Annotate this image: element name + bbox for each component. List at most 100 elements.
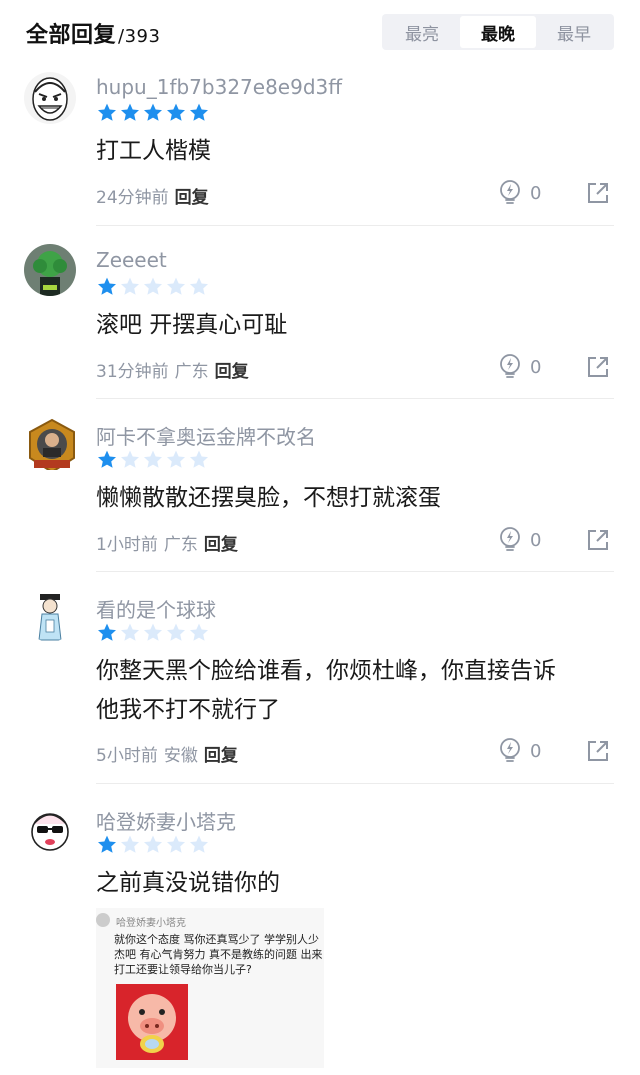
comment-location: 广东 (174, 362, 209, 382)
star-filled-icon (144, 103, 162, 121)
cartoon-figure-avatar-image (24, 590, 76, 642)
star-empty-icon (121, 277, 139, 295)
star-filled-icon (190, 103, 208, 121)
comment-content: 滚吧 开摆真心可耻 (96, 306, 616, 345)
star-rating (96, 622, 210, 644)
like-button[interactable]: 0 (498, 738, 541, 764)
sort-tab-latest[interactable]: 最晚 (460, 16, 536, 48)
reply-button[interactable]: 回复 (204, 535, 238, 555)
star-empty-icon (190, 623, 208, 641)
avatar[interactable] (24, 590, 76, 642)
star-rating (96, 276, 210, 298)
like-count: 0 (530, 740, 542, 762)
green-figure-avatar-image (24, 244, 76, 296)
star-empty-icon (121, 623, 139, 641)
star-rating (96, 834, 210, 856)
star-rating (96, 102, 210, 124)
comment-time: 1小时前 (96, 535, 158, 555)
comment-line: 你整天黑个脸给谁看，你烦杜峰，你直接告诉 (96, 658, 556, 684)
reply-count: /393 (118, 26, 161, 47)
star-empty-icon (121, 835, 139, 853)
embed-username: 哈登娇妻小塔克 (116, 918, 186, 929)
title-text: 全部回复 (26, 23, 117, 48)
like-count: 0 (530, 356, 542, 378)
divider (96, 225, 614, 226)
like-button[interactable]: 0 (498, 354, 541, 380)
sort-tab-hottest[interactable]: 最亮 (384, 16, 460, 48)
share-icon[interactable] (586, 355, 610, 379)
comment-content: 懒懒散散还摆臭脸，不想打就滚蛋 (96, 479, 616, 518)
comment-line: 他我不打不就行了 (96, 697, 280, 723)
like-button[interactable]: 0 (498, 527, 541, 553)
embed-line: 打工还要让领导给你当儿子? (114, 963, 252, 976)
comment-line: 打工人楷模 (96, 138, 211, 164)
comment-meta: 24分钟前 回复 (96, 183, 209, 208)
star-empty-icon (144, 623, 162, 641)
avatar[interactable] (24, 244, 76, 296)
username[interactable]: 阿卡不拿奥运金牌不改名 (96, 421, 316, 450)
username[interactable]: hupu_1fb7b327e8e9d3ff (96, 75, 342, 99)
username[interactable]: 哈登娇妻小塔克 (96, 806, 236, 835)
comment-image-attachment[interactable]: 哈登娇妻小塔克 就你这个态度 骂你还真骂少了 学学别人少 杰吧 有心气肯努力 真… (96, 908, 324, 1068)
comment-content: 打工人楷模 (96, 132, 616, 171)
star-empty-icon (190, 450, 208, 468)
star-filled-icon (98, 277, 116, 295)
divider (96, 398, 614, 399)
sort-tab-earliest[interactable]: 最早 (536, 16, 612, 48)
sunglasses-face-avatar-image (24, 802, 76, 854)
lightbulb-like-icon (500, 180, 520, 204)
star-empty-icon (167, 277, 185, 295)
star-empty-icon (190, 277, 208, 295)
username[interactable]: Zeeeet (96, 248, 167, 272)
comment-time: 5小时前 (96, 746, 158, 766)
lightbulb-like-icon (500, 738, 520, 762)
like-count: 0 (530, 529, 542, 551)
star-empty-icon (144, 450, 162, 468)
avatar[interactable] (24, 802, 76, 854)
lightbulb-like-icon (500, 354, 520, 378)
comment-meta: 5小时前 安徽 回复 (96, 741, 238, 766)
reply-button[interactable]: 回复 (175, 188, 209, 208)
share-icon[interactable] (586, 739, 610, 763)
embed-line: 就你这个态度 骂你还真骂少了 学学别人少 (114, 933, 319, 946)
star-empty-icon (167, 623, 185, 641)
star-empty-icon (190, 835, 208, 853)
username[interactable]: 看的是个球球 (96, 594, 216, 623)
page-title: 全部回复/393 (26, 17, 160, 49)
star-filled-icon (98, 103, 116, 121)
share-icon[interactable] (586, 528, 610, 552)
star-empty-icon (121, 450, 139, 468)
comment-location: 广东 (163, 535, 198, 555)
comment-content: 你整天黑个脸给谁看，你烦杜峰，你直接告诉 他我不打不就行了 (96, 652, 616, 730)
embed-line: 杰吧 有心气肯努力 真不是教练的问题 出来 (114, 948, 323, 961)
comment-time: 31分钟前 (96, 362, 169, 382)
comment-meta: 1小时前 广东 回复 (96, 530, 238, 555)
divider (96, 571, 614, 572)
divider (96, 783, 614, 784)
star-empty-icon (167, 450, 185, 468)
star-filled-icon (98, 450, 116, 468)
reply-button[interactable]: 回复 (204, 746, 238, 766)
star-rating (96, 449, 210, 471)
embed-text: 就你这个态度 骂你还真骂少了 学学别人少 杰吧 有心气肯努力 真不是教练的问题 … (114, 932, 324, 977)
reply-button[interactable]: 回复 (215, 362, 249, 382)
star-filled-icon (98, 623, 116, 641)
share-icon[interactable] (586, 181, 610, 205)
avatar[interactable] (24, 418, 76, 470)
comment-content: 之前真没说错你的 (96, 864, 616, 903)
comment-line: 滚吧 开摆真心可耻 (96, 312, 288, 338)
cartoon-pig-sticker-image (116, 984, 188, 1060)
star-empty-icon (167, 835, 185, 853)
comment-location: 安徽 (163, 746, 198, 766)
like-button[interactable]: 0 (498, 180, 541, 206)
avatar[interactable] (24, 72, 76, 124)
star-empty-icon (144, 835, 162, 853)
comment-line: 懒懒散散还摆臭脸，不想打就滚蛋 (96, 485, 441, 511)
comment-time: 24分钟前 (96, 188, 169, 208)
star-empty-icon (144, 277, 162, 295)
star-filled-icon (167, 103, 185, 121)
gold-badge-avatar-image (29, 418, 75, 470)
star-filled-icon (121, 103, 139, 121)
meme-face-avatar-image (24, 72, 76, 124)
comment-meta: 31分钟前 广东 回复 (96, 357, 249, 382)
